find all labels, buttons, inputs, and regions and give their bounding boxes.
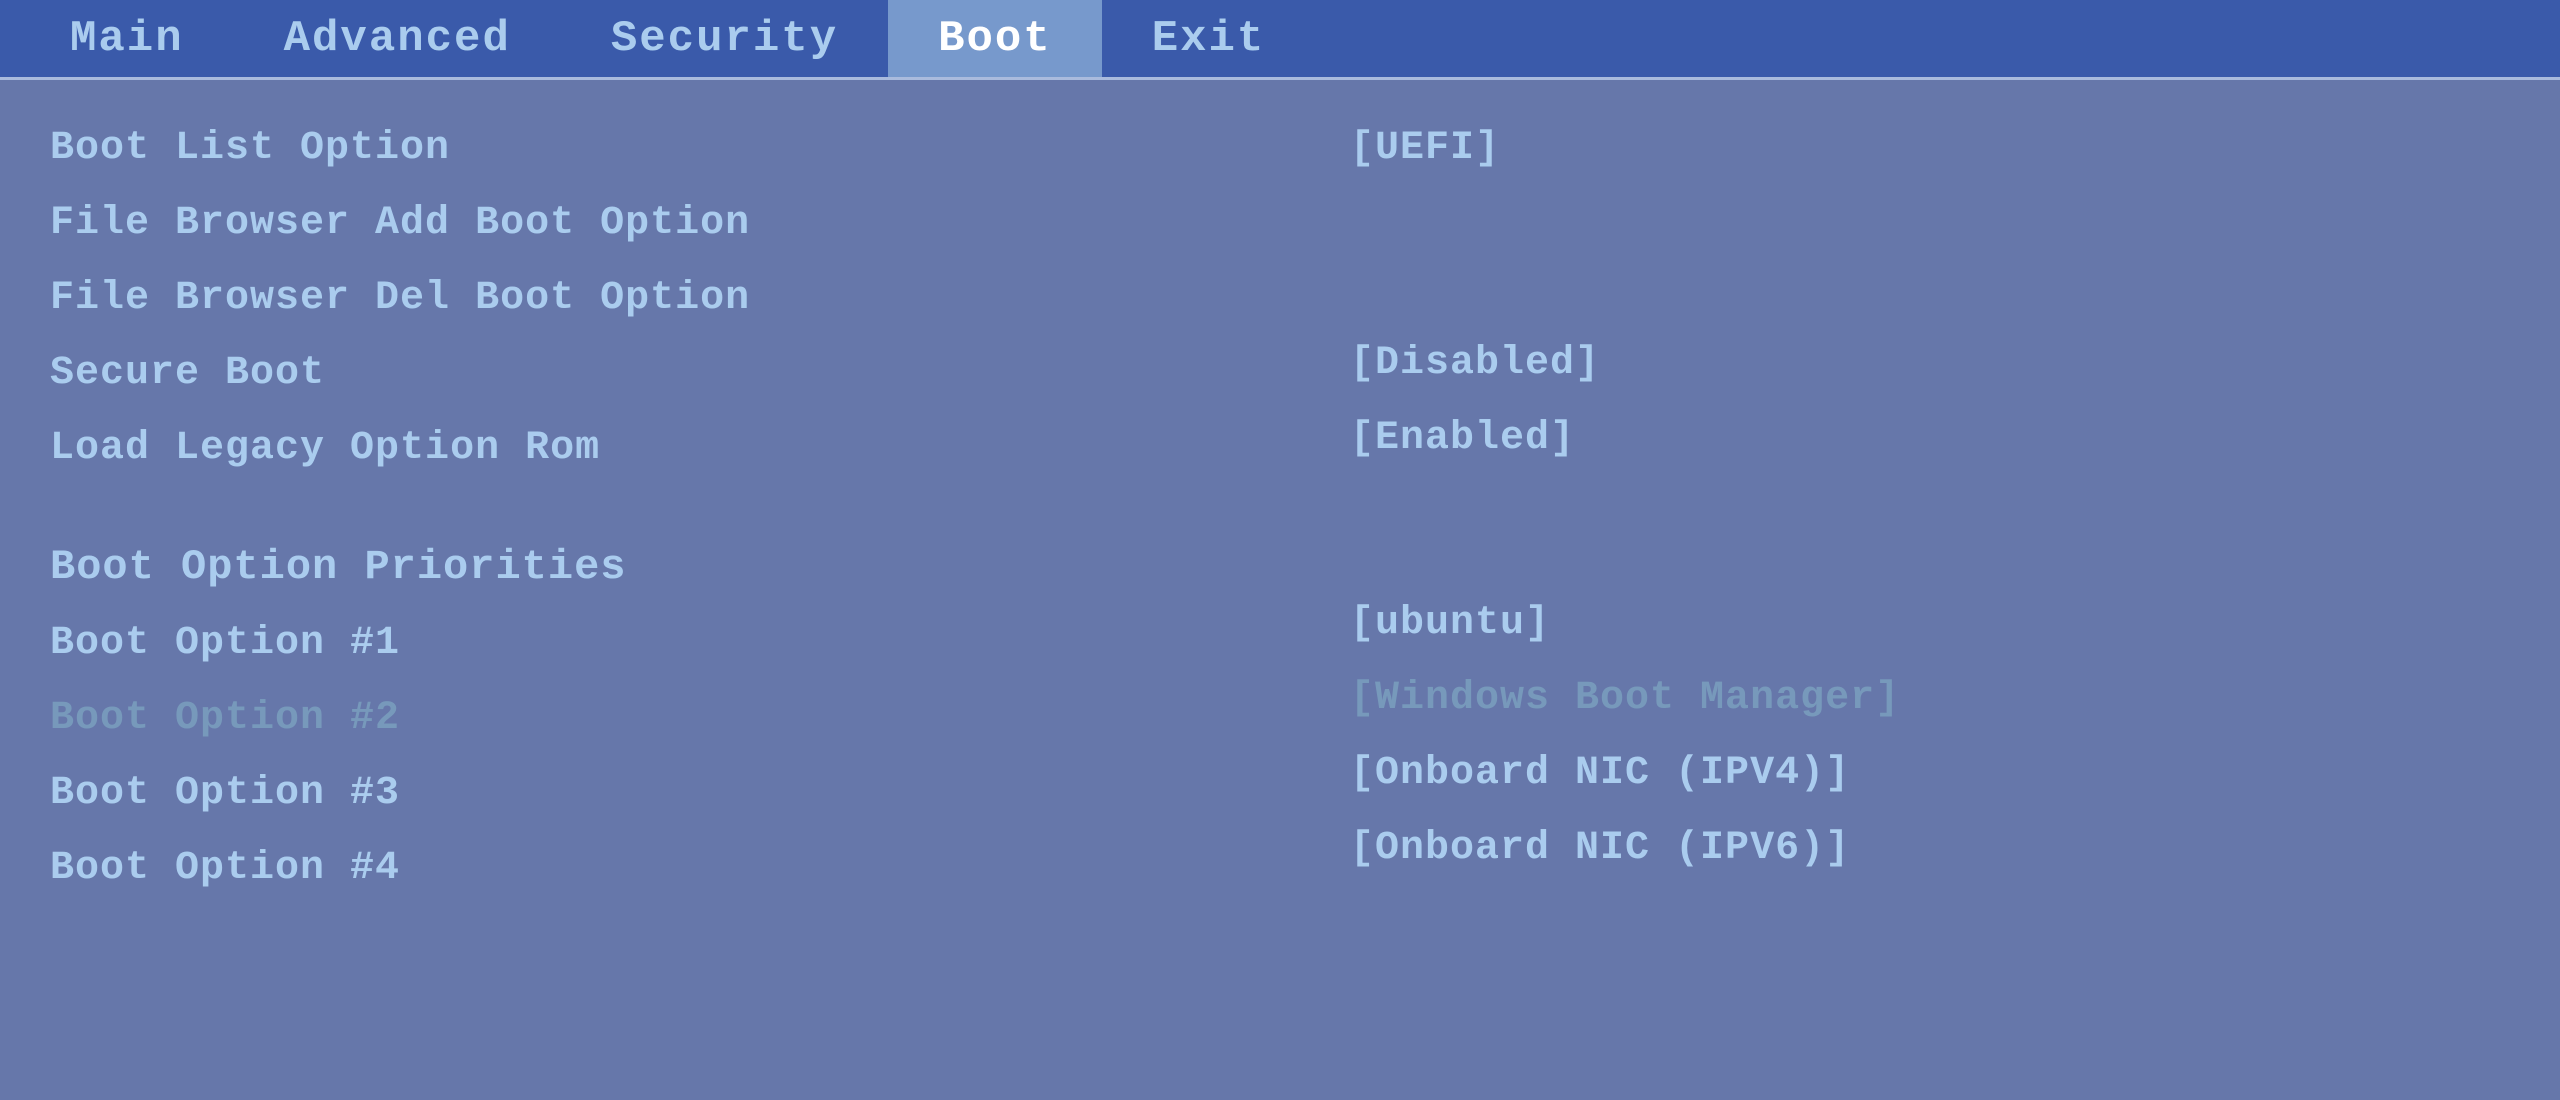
file-browser-add-row[interactable]: File Browser Add Boot Option — [40, 187, 1230, 260]
boot-option-2-row[interactable]: Boot Option #2 — [40, 682, 1230, 755]
menu-bar: Main Advanced Security Boot Exit — [0, 0, 2560, 80]
boot-option-3-label: Boot Option #3 — [50, 771, 400, 816]
content-area: Boot List Option File Browser Add Boot O… — [0, 80, 2560, 937]
tab-advanced[interactable]: Advanced — [234, 0, 561, 77]
bios-screen: Main Advanced Security Boot Exit Boot Li… — [0, 0, 2560, 1100]
right-panel: [UEFI] [Disabled] [Enabled] [ubuntu] [Wi… — [1270, 110, 2520, 907]
enabled-value-row: [Enabled] — [1330, 402, 2520, 475]
boot-option-2-label: Boot Option #2 — [50, 696, 400, 741]
nic-ipv6-value: [Onboard NIC (IPV6)] — [1340, 812, 1860, 885]
load-legacy-row[interactable]: Load Legacy Option Rom — [40, 412, 1230, 485]
windows-value: [Windows Boot Manager] — [1340, 662, 1910, 735]
boot-list-option-label: Boot List Option — [50, 126, 450, 171]
disabled-value: [Disabled] — [1340, 327, 1610, 400]
nic-ipv6-value-row: [Onboard NIC (IPV6)] — [1330, 812, 2520, 885]
file-browser-del-row[interactable]: File Browser Del Boot Option — [40, 262, 1230, 335]
tab-exit[interactable]: Exit — [1102, 0, 1316, 77]
file-browser-del-label: File Browser Del Boot Option — [50, 276, 750, 321]
boot-priorities-header-label: Boot Option Priorities — [50, 543, 627, 591]
boot-option-4-label: Boot Option #4 — [50, 846, 400, 891]
boot-list-option-row[interactable]: Boot List Option — [40, 112, 1230, 185]
uefi-value-row: [UEFI] — [1330, 112, 2520, 185]
empty-row-2 — [1330, 257, 2520, 325]
nic-ipv4-value-row: [Onboard NIC (IPV4)] — [1330, 737, 2520, 810]
disabled-value-row: [Disabled] — [1330, 327, 2520, 400]
enabled-value: [Enabled] — [1340, 402, 1585, 475]
secure-boot-label: Secure Boot — [50, 351, 325, 396]
file-browser-add-label: File Browser Add Boot Option — [50, 201, 750, 246]
right-spacer — [1330, 477, 2520, 585]
ubuntu-value-row: [ubuntu] — [1330, 587, 2520, 660]
tab-main[interactable]: Main — [20, 0, 234, 77]
boot-option-4-row[interactable]: Boot Option #4 — [40, 832, 1230, 905]
secure-boot-row[interactable]: Secure Boot — [40, 337, 1230, 410]
boot-option-1-label: Boot Option #1 — [50, 621, 400, 666]
uefi-value: [UEFI] — [1340, 112, 1510, 185]
left-panel: Boot List Option File Browser Add Boot O… — [40, 110, 1270, 907]
empty-row-1 — [1330, 187, 2520, 255]
boot-priorities-header-row: Boot Option Priorities — [40, 529, 1230, 605]
boot-option-1-row[interactable]: Boot Option #1 — [40, 607, 1230, 680]
load-legacy-label: Load Legacy Option Rom — [50, 426, 600, 471]
boot-option-3-row[interactable]: Boot Option #3 — [40, 757, 1230, 830]
windows-value-row: [Windows Boot Manager] — [1330, 662, 2520, 735]
ubuntu-value: [ubuntu] — [1340, 587, 1560, 660]
tab-security[interactable]: Security — [561, 0, 888, 77]
nic-ipv4-value: [Onboard NIC (IPV4)] — [1340, 737, 1860, 810]
section-spacer — [40, 487, 1230, 527]
tab-boot[interactable]: Boot — [888, 0, 1102, 77]
